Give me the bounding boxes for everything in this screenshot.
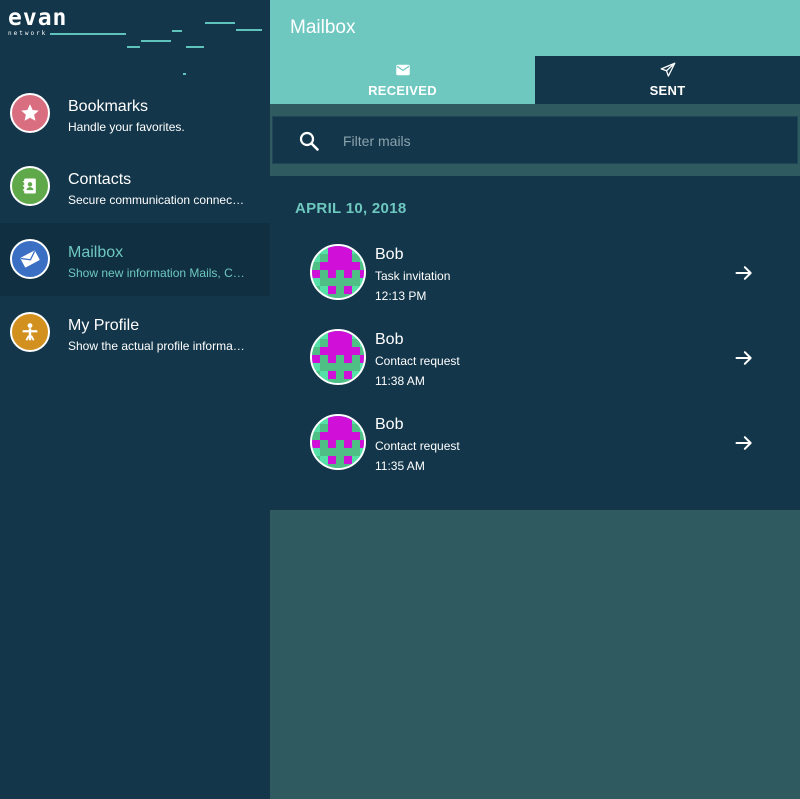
sidebar-item-bookmarks[interactable]: Bookmarks Handle your favorites. (0, 77, 270, 150)
tab-label: RECEIVED (368, 83, 437, 98)
arrow-right-icon[interactable] (734, 348, 754, 368)
mail-sender: Bob (375, 246, 404, 263)
avatar (310, 329, 366, 385)
mail-item[interactable]: Bob Task invitation 12:13 PM (310, 244, 780, 324)
avatar (310, 414, 366, 470)
sidebar-item-my-profile[interactable]: My Profile Show the actual profile infor… (0, 296, 270, 369)
envelope-icon (395, 64, 410, 76)
logo-decoration (183, 73, 186, 75)
mail-time: 12:13 PM (375, 289, 427, 303)
page-title: Mailbox (290, 17, 356, 38)
mail-item[interactable]: Bob Contact request 11:38 AM (310, 329, 780, 409)
sidebar-item-title: Bookmarks (68, 98, 149, 115)
logo-decoration (141, 40, 171, 42)
tab-received[interactable]: RECEIVED (270, 56, 535, 104)
sidebar-item-subtitle: Show new information Mails, Contact requ… (68, 266, 246, 280)
mailbox-tabs: RECEIVED SENT (270, 56, 800, 104)
sidebar-item-subtitle: Secure communication connections (68, 193, 246, 207)
logo-decoration (236, 29, 262, 31)
sidebar-item-mailbox[interactable]: Mailbox Show new information Mails, Cont… (0, 223, 270, 296)
sidebar: evan network Bookmarks Handle your favor… (0, 0, 270, 799)
tab-sent[interactable]: SENT (535, 56, 800, 104)
arrow-right-icon[interactable] (734, 433, 754, 453)
mail-item[interactable]: Bob Contact request 11:35 AM (310, 414, 780, 494)
sidebar-item-subtitle: Show the actual profile information (68, 339, 246, 353)
mail-sender: Bob (375, 331, 404, 348)
sidebar-item-contacts[interactable]: Contacts Secure communication connection… (0, 150, 270, 223)
logo-decoration (205, 22, 235, 24)
mail-icon (10, 239, 50, 279)
mail-sender: Bob (375, 416, 404, 433)
star-icon (10, 93, 50, 133)
header-bar: Mailbox (270, 0, 800, 56)
mail-subject: Contact request (375, 439, 460, 453)
mail-list: APRIL 10, 2018 Bob Task invitation 12:13… (270, 176, 800, 510)
filter-mails-input[interactable] (343, 129, 763, 153)
sidebar-item-title: Contacts (68, 171, 132, 188)
arrow-right-icon[interactable] (734, 263, 754, 283)
logo-decoration (172, 30, 182, 32)
logo-word: evan (8, 5, 68, 31)
paper-plane-icon (660, 62, 675, 77)
filter-bar (272, 116, 798, 164)
logo-decoration (50, 33, 126, 35)
mail-subject: Contact request (375, 354, 460, 368)
profile-icon (10, 312, 50, 352)
logo-decoration (127, 46, 140, 48)
logo-decoration (186, 46, 204, 48)
sidebar-item-subtitle: Handle your favorites. (68, 120, 185, 134)
logo-subtitle: network (8, 30, 48, 37)
mail-subject: Task invitation (375, 269, 451, 283)
tab-label: SENT (649, 83, 686, 98)
avatar (310, 244, 366, 300)
sidebar-item-title: My Profile (68, 317, 140, 334)
sidebar-item-title: Mailbox (68, 244, 124, 261)
mail-time: 11:35 AM (375, 459, 425, 473)
mail-time: 11:38 AM (375, 374, 425, 388)
date-group-header: APRIL 10, 2018 (295, 200, 407, 217)
contact-book-icon (10, 166, 50, 206)
search-icon[interactable] (297, 129, 321, 153)
